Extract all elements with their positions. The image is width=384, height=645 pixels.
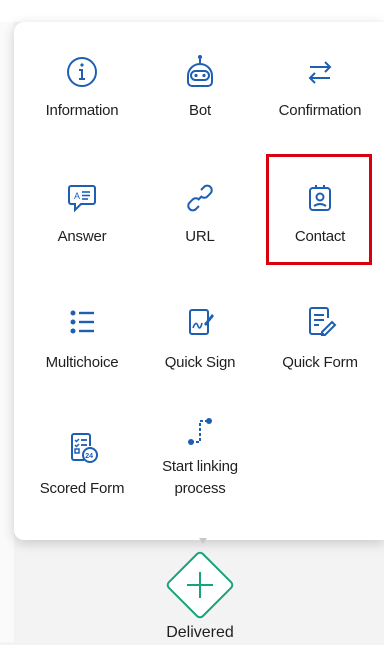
node-label: Delivered xyxy=(166,624,234,641)
info-icon xyxy=(67,57,97,87)
linking-process-icon xyxy=(188,418,212,445)
sign-icon xyxy=(189,309,214,335)
menu-item-label: Answer xyxy=(57,228,107,245)
background-canvas xyxy=(0,22,14,642)
menu-item-bot[interactable]: Bot xyxy=(140,54,260,121)
menu-item-label: Quick Sign xyxy=(164,354,236,371)
menu-item-information[interactable]: Information xyxy=(22,54,142,121)
menu-item-label: Confirmation xyxy=(278,102,362,119)
menu-item-label: Scored Form xyxy=(39,480,125,497)
menu-item-label: Quick Form xyxy=(282,354,358,371)
menu-item-quick-form[interactable]: Quick Form xyxy=(260,304,380,373)
menu-item-quick-sign[interactable]: Quick Sign xyxy=(140,304,260,373)
list-icon xyxy=(70,310,94,334)
menu-item-contact[interactable]: Contact xyxy=(260,180,380,247)
menu-item-label: Start linking process xyxy=(162,458,238,497)
menu-item-label: Contact xyxy=(294,228,346,245)
menu-item-label: URL xyxy=(185,228,215,245)
scored-form-icon: 24 xyxy=(71,433,98,463)
flow-connector xyxy=(199,538,207,544)
node-type-menu: Information Bot Confirmation A Answer UR… xyxy=(14,22,384,540)
menu-item-answer[interactable]: A Answer xyxy=(22,180,142,247)
menu-item-scored-form[interactable]: 24 Scored Form xyxy=(22,430,142,499)
menu-item-start-linking-process[interactable]: Start linking process xyxy=(140,414,260,500)
svg-text:A: A xyxy=(74,191,80,201)
answer-bubble-icon: A xyxy=(68,185,96,213)
contact-icon xyxy=(309,185,331,211)
menu-item-url[interactable]: URL xyxy=(140,180,260,247)
link-icon xyxy=(187,184,213,212)
swap-arrows-icon xyxy=(308,61,332,84)
menu-item-confirmation[interactable]: Confirmation xyxy=(260,54,380,121)
add-node-button[interactable] xyxy=(160,545,240,625)
bot-icon xyxy=(187,55,213,87)
svg-text:24: 24 xyxy=(85,453,93,460)
background-top xyxy=(0,0,384,22)
menu-item-multichoice[interactable]: Multichoice xyxy=(22,304,142,373)
menu-item-label: Information xyxy=(45,102,119,119)
menu-item-label: Bot xyxy=(189,102,211,119)
menu-item-label: Multichoice xyxy=(45,354,119,371)
form-edit-icon xyxy=(309,307,337,336)
